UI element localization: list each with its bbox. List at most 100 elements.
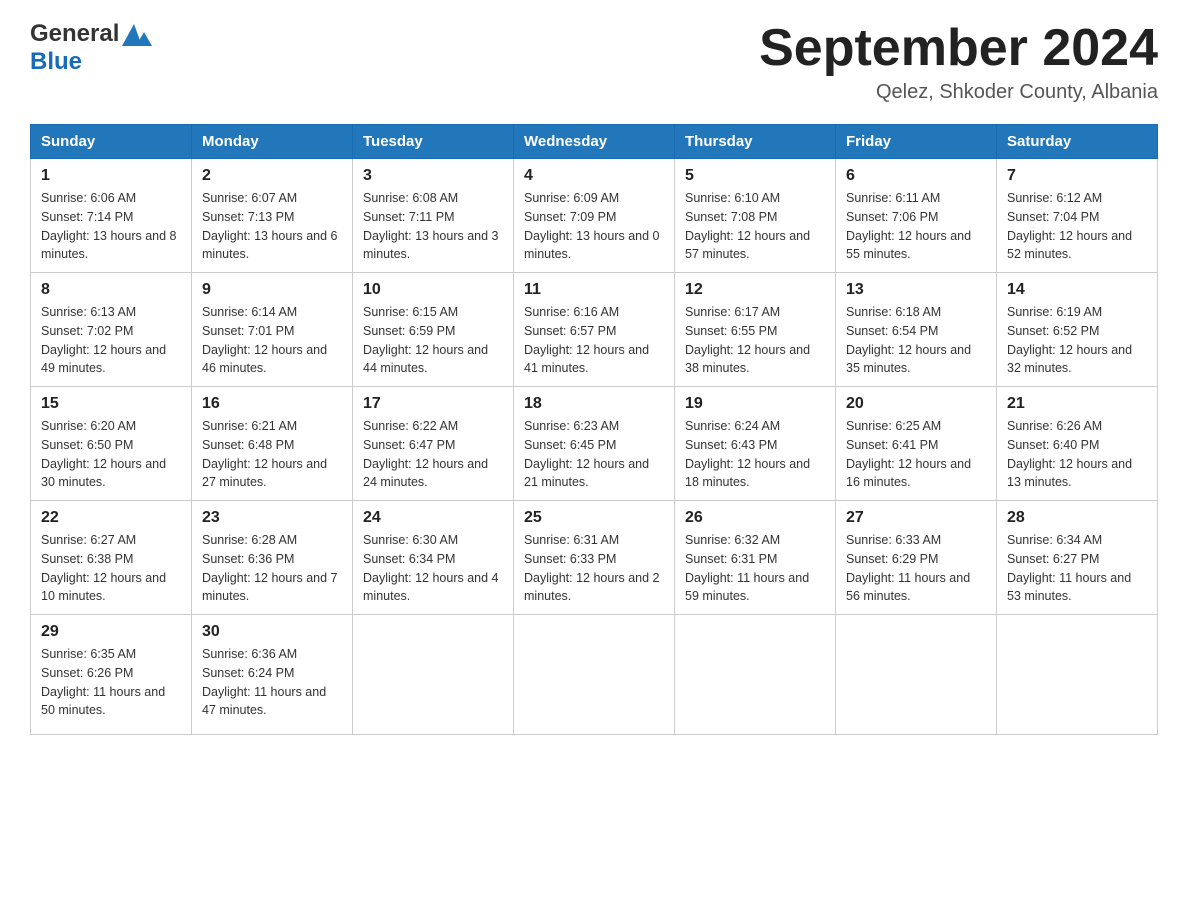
calendar-day-cell: 4 Sunrise: 6:09 AMSunset: 7:09 PMDayligh…: [514, 159, 675, 273]
day-info: Sunrise: 6:17 AMSunset: 6:55 PMDaylight:…: [685, 303, 825, 378]
day-info: Sunrise: 6:21 AMSunset: 6:48 PMDaylight:…: [202, 417, 342, 492]
calendar-day-cell: [836, 615, 997, 735]
day-info: Sunrise: 6:13 AMSunset: 7:02 PMDaylight:…: [41, 303, 181, 378]
header-saturday: Saturday: [997, 125, 1158, 159]
calendar-day-cell: 22 Sunrise: 6:27 AMSunset: 6:38 PMDaylig…: [31, 501, 192, 615]
day-info: Sunrise: 6:08 AMSunset: 7:11 PMDaylight:…: [363, 189, 503, 264]
day-info: Sunrise: 6:19 AMSunset: 6:52 PMDaylight:…: [1007, 303, 1147, 378]
calendar-day-cell: 5 Sunrise: 6:10 AMSunset: 7:08 PMDayligh…: [675, 159, 836, 273]
header-monday: Monday: [192, 125, 353, 159]
calendar-day-cell: [675, 615, 836, 735]
month-title: September 2024: [759, 20, 1158, 77]
weekday-header-row: Sunday Monday Tuesday Wednesday Thursday…: [31, 125, 1158, 159]
logo-general-text: General: [30, 20, 119, 48]
day-number: 26: [685, 509, 825, 527]
day-number: 2: [202, 167, 342, 185]
day-info: Sunrise: 6:16 AMSunset: 6:57 PMDaylight:…: [524, 303, 664, 378]
calendar-day-cell: 30 Sunrise: 6:36 AMSunset: 6:24 PMDaylig…: [192, 615, 353, 735]
header-sunday: Sunday: [31, 125, 192, 159]
header-thursday: Thursday: [675, 125, 836, 159]
day-number: 4: [524, 167, 664, 185]
calendar-day-cell: 12 Sunrise: 6:17 AMSunset: 6:55 PMDaylig…: [675, 273, 836, 387]
calendar-day-cell: 18 Sunrise: 6:23 AMSunset: 6:45 PMDaylig…: [514, 387, 675, 501]
calendar-day-cell: 29 Sunrise: 6:35 AMSunset: 6:26 PMDaylig…: [31, 615, 192, 735]
calendar-week-row: 29 Sunrise: 6:35 AMSunset: 6:26 PMDaylig…: [31, 615, 1158, 735]
day-info: Sunrise: 6:35 AMSunset: 6:26 PMDaylight:…: [41, 645, 181, 720]
day-info: Sunrise: 6:10 AMSunset: 7:08 PMDaylight:…: [685, 189, 825, 264]
day-info: Sunrise: 6:12 AMSunset: 7:04 PMDaylight:…: [1007, 189, 1147, 264]
calendar-day-cell: 15 Sunrise: 6:20 AMSunset: 6:50 PMDaylig…: [31, 387, 192, 501]
calendar-day-cell: 1 Sunrise: 6:06 AMSunset: 7:14 PMDayligh…: [31, 159, 192, 273]
day-number: 30: [202, 623, 342, 641]
calendar-day-cell: 3 Sunrise: 6:08 AMSunset: 7:11 PMDayligh…: [353, 159, 514, 273]
day-number: 25: [524, 509, 664, 527]
calendar-day-cell: 13 Sunrise: 6:18 AMSunset: 6:54 PMDaylig…: [836, 273, 997, 387]
calendar-title-section: September 2024 Qelez, Shkoder County, Al…: [759, 20, 1158, 104]
logo: General Blue: [30, 20, 157, 76]
day-info: Sunrise: 6:23 AMSunset: 6:45 PMDaylight:…: [524, 417, 664, 492]
calendar-week-row: 22 Sunrise: 6:27 AMSunset: 6:38 PMDaylig…: [31, 501, 1158, 615]
header-wednesday: Wednesday: [514, 125, 675, 159]
calendar-day-cell: 25 Sunrise: 6:31 AMSunset: 6:33 PMDaylig…: [514, 501, 675, 615]
calendar-week-row: 15 Sunrise: 6:20 AMSunset: 6:50 PMDaylig…: [31, 387, 1158, 501]
day-number: 6: [846, 167, 986, 185]
day-number: 28: [1007, 509, 1147, 527]
day-number: 11: [524, 281, 664, 299]
day-number: 12: [685, 281, 825, 299]
calendar-day-cell: 7 Sunrise: 6:12 AMSunset: 7:04 PMDayligh…: [997, 159, 1158, 273]
day-info: Sunrise: 6:11 AMSunset: 7:06 PMDaylight:…: [846, 189, 986, 264]
day-number: 29: [41, 623, 181, 641]
calendar-day-cell: [514, 615, 675, 735]
calendar-day-cell: 6 Sunrise: 6:11 AMSunset: 7:06 PMDayligh…: [836, 159, 997, 273]
day-number: 10: [363, 281, 503, 299]
calendar-day-cell: [997, 615, 1158, 735]
calendar-day-cell: 14 Sunrise: 6:19 AMSunset: 6:52 PMDaylig…: [997, 273, 1158, 387]
day-number: 15: [41, 395, 181, 413]
day-info: Sunrise: 6:36 AMSunset: 6:24 PMDaylight:…: [202, 645, 342, 720]
calendar-day-cell: 24 Sunrise: 6:30 AMSunset: 6:34 PMDaylig…: [353, 501, 514, 615]
logo-row: General: [30, 20, 157, 48]
day-info: Sunrise: 6:15 AMSunset: 6:59 PMDaylight:…: [363, 303, 503, 378]
calendar-day-cell: 9 Sunrise: 6:14 AMSunset: 7:01 PMDayligh…: [192, 273, 353, 387]
day-number: 18: [524, 395, 664, 413]
day-number: 14: [1007, 281, 1147, 299]
day-number: 9: [202, 281, 342, 299]
calendar-day-cell: 10 Sunrise: 6:15 AMSunset: 6:59 PMDaylig…: [353, 273, 514, 387]
day-info: Sunrise: 6:34 AMSunset: 6:27 PMDaylight:…: [1007, 531, 1147, 606]
day-info: Sunrise: 6:27 AMSunset: 6:38 PMDaylight:…: [41, 531, 181, 606]
day-info: Sunrise: 6:31 AMSunset: 6:33 PMDaylight:…: [524, 531, 664, 606]
day-number: 22: [41, 509, 181, 527]
day-number: 20: [846, 395, 986, 413]
calendar-day-cell: 28 Sunrise: 6:34 AMSunset: 6:27 PMDaylig…: [997, 501, 1158, 615]
calendar-day-cell: 17 Sunrise: 6:22 AMSunset: 6:47 PMDaylig…: [353, 387, 514, 501]
day-number: 3: [363, 167, 503, 185]
day-number: 23: [202, 509, 342, 527]
day-number: 19: [685, 395, 825, 413]
logo-triangle-icon: [120, 20, 156, 48]
day-number: 17: [363, 395, 503, 413]
calendar-table: Sunday Monday Tuesday Wednesday Thursday…: [30, 124, 1158, 735]
calendar-day-cell: 27 Sunrise: 6:33 AMSunset: 6:29 PMDaylig…: [836, 501, 997, 615]
day-info: Sunrise: 6:26 AMSunset: 6:40 PMDaylight:…: [1007, 417, 1147, 492]
day-number: 8: [41, 281, 181, 299]
calendar-day-cell: 11 Sunrise: 6:16 AMSunset: 6:57 PMDaylig…: [514, 273, 675, 387]
day-info: Sunrise: 6:24 AMSunset: 6:43 PMDaylight:…: [685, 417, 825, 492]
day-info: Sunrise: 6:25 AMSunset: 6:41 PMDaylight:…: [846, 417, 986, 492]
day-info: Sunrise: 6:18 AMSunset: 6:54 PMDaylight:…: [846, 303, 986, 378]
calendar-week-row: 8 Sunrise: 6:13 AMSunset: 7:02 PMDayligh…: [31, 273, 1158, 387]
header-tuesday: Tuesday: [353, 125, 514, 159]
day-info: Sunrise: 6:22 AMSunset: 6:47 PMDaylight:…: [363, 417, 503, 492]
day-number: 24: [363, 509, 503, 527]
day-info: Sunrise: 6:07 AMSunset: 7:13 PMDaylight:…: [202, 189, 342, 264]
day-number: 16: [202, 395, 342, 413]
calendar-day-cell: 16 Sunrise: 6:21 AMSunset: 6:48 PMDaylig…: [192, 387, 353, 501]
day-number: 21: [1007, 395, 1147, 413]
calendar-day-cell: [353, 615, 514, 735]
day-number: 13: [846, 281, 986, 299]
calendar-day-cell: 2 Sunrise: 6:07 AMSunset: 7:13 PMDayligh…: [192, 159, 353, 273]
calendar-day-cell: 21 Sunrise: 6:26 AMSunset: 6:40 PMDaylig…: [997, 387, 1158, 501]
day-number: 27: [846, 509, 986, 527]
day-info: Sunrise: 6:28 AMSunset: 6:36 PMDaylight:…: [202, 531, 342, 606]
day-info: Sunrise: 6:20 AMSunset: 6:50 PMDaylight:…: [41, 417, 181, 492]
calendar-day-cell: 19 Sunrise: 6:24 AMSunset: 6:43 PMDaylig…: [675, 387, 836, 501]
